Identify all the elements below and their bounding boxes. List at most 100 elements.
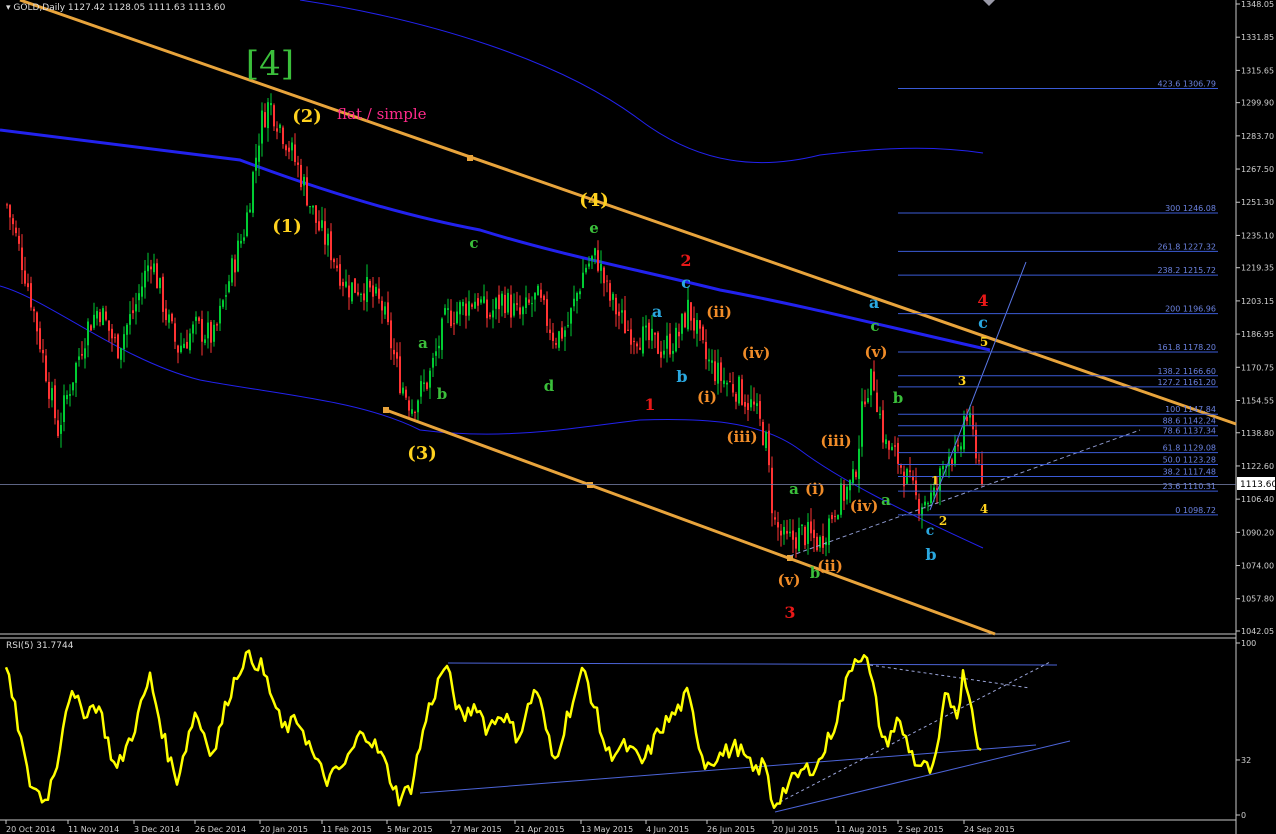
candle-body <box>543 295 545 301</box>
wave-label: a <box>869 293 879 312</box>
wave-label: c <box>681 273 691 292</box>
candle-body <box>591 256 593 260</box>
candle-body <box>129 314 131 325</box>
candle-body <box>711 360 713 363</box>
fib-level-label: 200 1196.96 <box>1165 305 1216 314</box>
candle-body <box>252 172 254 213</box>
candle-body <box>888 441 890 450</box>
candle-body <box>924 501 926 506</box>
candle-body <box>333 259 335 263</box>
candle-body <box>900 465 902 468</box>
channel-anchor[interactable] <box>467 155 473 161</box>
wave-label: (v) <box>778 571 801 589</box>
chart-shift-marker-icon[interactable] <box>983 0 995 6</box>
x-axis-label: 13 May 2015 <box>581 825 633 834</box>
candle-body <box>72 382 74 391</box>
candle-body <box>405 389 407 398</box>
candle-body <box>21 247 23 271</box>
candle-body <box>858 448 860 479</box>
candle-body <box>453 323 455 325</box>
candle-body <box>276 128 278 132</box>
candle-body <box>339 264 341 286</box>
candle-body <box>714 361 716 382</box>
x-axis-label: 27 Mar 2015 <box>451 825 502 834</box>
wave-label: b <box>925 545 936 564</box>
wave-label: 3 <box>784 603 795 622</box>
candle-body <box>552 332 554 341</box>
fib-level-label: 300 1246.08 <box>1165 204 1216 213</box>
candle-body <box>243 237 245 241</box>
candle-body <box>381 300 383 311</box>
candle-body <box>228 281 230 293</box>
candle-body <box>297 162 299 165</box>
rsi-trend-line-low <box>774 740 1071 813</box>
candle-body <box>393 349 395 355</box>
wave-label: 4 <box>977 291 988 310</box>
x-axis-label: 4 Jun 2015 <box>646 825 689 834</box>
candle-body <box>771 467 773 514</box>
candle-body <box>354 278 356 293</box>
candle-body <box>975 429 977 459</box>
candle-body <box>186 341 188 349</box>
candle-body <box>336 265 338 269</box>
candle-body <box>6 204 8 206</box>
wave-label: (iv) <box>850 497 879 515</box>
candle-body <box>648 322 650 341</box>
candle-body <box>639 347 641 350</box>
candle-body <box>198 317 200 321</box>
candle-body <box>813 529 815 538</box>
fib-level-label: 23.6 1110.31 <box>1163 482 1216 491</box>
wave-label: a <box>789 480 799 498</box>
candle-body <box>735 393 737 402</box>
candle-body <box>927 503 929 505</box>
candle-body <box>291 142 293 151</box>
annotation-flat-simple: flat / simple <box>337 105 427 123</box>
candle-body <box>672 350 674 354</box>
candle-body <box>75 362 77 383</box>
candle-body <box>597 250 599 271</box>
candle-body <box>96 310 98 319</box>
upper-channel-line <box>19 0 1237 426</box>
candle-body <box>84 348 86 359</box>
lower-envelope <box>0 285 984 549</box>
candle-body <box>279 124 281 128</box>
channel-anchor[interactable] <box>383 407 389 413</box>
wave-label: a <box>881 491 891 509</box>
candle-body <box>15 227 17 234</box>
y-axis-label: 1283.70 <box>1241 132 1274 141</box>
candle-body <box>264 112 266 128</box>
candle-body <box>840 483 842 515</box>
candle-body <box>849 480 851 491</box>
candle-body <box>219 305 221 324</box>
candle-body <box>534 292 536 300</box>
candle-body <box>375 286 377 294</box>
candle-body <box>909 470 911 473</box>
candle-body <box>873 371 875 391</box>
candle-body <box>465 303 467 316</box>
candle-body <box>564 330 566 337</box>
candle-body <box>954 445 956 464</box>
candle-body <box>780 530 782 536</box>
x-axis-label: 11 Nov 2014 <box>68 825 119 834</box>
candle-body <box>159 278 161 289</box>
rsi-axis-label: 32 <box>1241 756 1251 765</box>
candle-body <box>528 299 530 303</box>
candle-body <box>819 536 821 548</box>
candle-body <box>141 286 143 297</box>
candle-body <box>729 381 731 383</box>
candle-body <box>804 526 806 546</box>
candle-body <box>138 293 140 301</box>
wave-label: c <box>978 313 988 332</box>
candle-body <box>327 233 329 246</box>
candle-body <box>267 102 269 129</box>
wave-label: 2 <box>939 514 947 528</box>
candle-body <box>474 301 476 309</box>
collapse-arrow-icon[interactable]: ▾ <box>6 3 11 13</box>
candle-body <box>594 248 596 256</box>
candle-body <box>765 432 767 449</box>
candle-body <box>684 313 686 328</box>
candle-body <box>90 325 92 331</box>
candle-body <box>654 332 656 335</box>
channel-anchor[interactable] <box>587 482 593 488</box>
x-axis-label: 26 Jun 2015 <box>707 825 755 834</box>
